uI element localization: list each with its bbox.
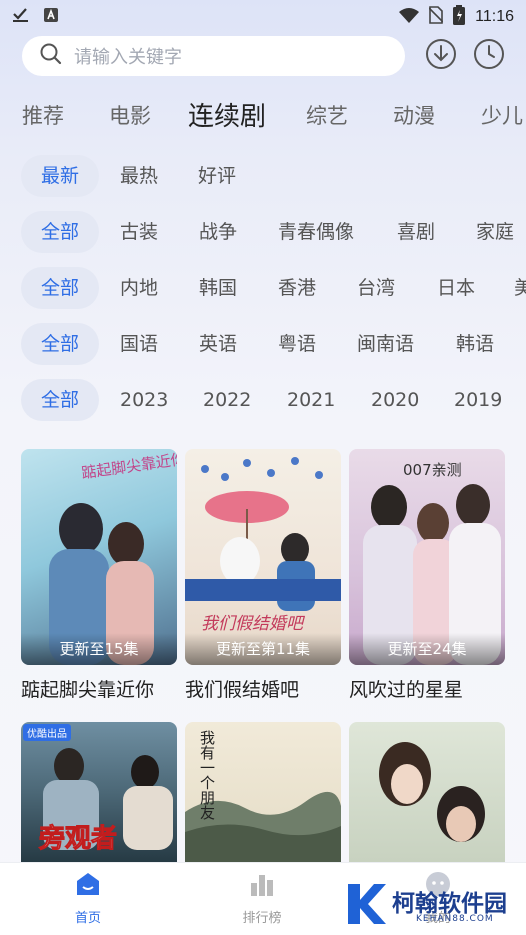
show-poster: 优酷出品 旁观者: [21, 722, 177, 862]
tab-variety[interactable]: 综艺: [306, 100, 348, 130]
show-card[interactable]: 007亲测 更新至24集 风吹过的星星: [349, 449, 505, 702]
filter-chip[interactable]: 美: [514, 267, 526, 309]
show-poster: 我们假结婚吧 更新至第11集: [185, 449, 341, 665]
show-poster: 踮起脚尖靠近你 更新至15集: [21, 449, 177, 665]
show-title: 风吹过的星星: [349, 679, 464, 701]
episode-badge: 更新至第11集: [185, 633, 341, 665]
filter-chip[interactable]: 韩语: [456, 323, 494, 365]
no-sim-icon: [428, 6, 444, 28]
filter-chip[interactable]: 内地: [120, 267, 158, 309]
show-card[interactable]: 优酷出品 旁观者: [21, 722, 177, 862]
filter-chip[interactable]: 2022: [203, 379, 251, 421]
history-button[interactable]: [473, 38, 505, 74]
nav-label: 排行榜: [242, 911, 282, 926]
filter-chip[interactable]: 日本: [437, 267, 475, 309]
nav-ranking[interactable]: 排行榜: [222, 871, 302, 926]
episode-badge: 更新至15集: [21, 633, 177, 665]
show-card[interactable]: [349, 722, 505, 862]
show-poster: 007亲测 更新至24集: [349, 449, 505, 665]
filter-chip[interactable]: 最新: [21, 155, 99, 197]
show-title: 我们假结婚吧: [185, 679, 300, 701]
checkmark-download-icon: [12, 6, 30, 26]
download-button[interactable]: [425, 38, 457, 74]
filter-chip[interactable]: 2023: [120, 379, 168, 421]
filter-chip[interactable]: 台湾: [357, 267, 395, 309]
poster-overlay-text: 007亲测: [403, 461, 462, 479]
search-bar[interactable]: 请输入关键字: [22, 36, 405, 76]
filter-chip[interactable]: 全部: [21, 323, 99, 365]
filter-chip[interactable]: 国语: [120, 323, 158, 365]
nav-home[interactable]: 首页: [48, 871, 128, 926]
show-card[interactable]: 我有一个朋友: [185, 722, 341, 862]
corner-tag: 优酷出品: [23, 724, 71, 741]
filter-row-sort: 最新 最热 好评: [0, 155, 526, 197]
show-card[interactable]: 踮起脚尖靠近你 更新至15集 踮起脚尖靠近你: [21, 449, 177, 702]
filter-chip[interactable]: 2019: [454, 379, 502, 421]
poster-title-art: 旁观者: [38, 824, 118, 855]
filter-chip[interactable]: 2021: [287, 379, 335, 421]
filter-row-year: 全部 2023 2022 2021 2020 2019: [0, 379, 526, 421]
tab-anime[interactable]: 动漫: [393, 100, 435, 130]
filter-chip[interactable]: 古装: [120, 211, 158, 253]
watermark: 柯翰软件园 KEHAN88.COM: [346, 878, 516, 930]
episode-badge: 更新至24集: [349, 633, 505, 665]
filter-chip[interactable]: 全部: [21, 379, 99, 421]
filter-chip[interactable]: 2020: [371, 379, 419, 421]
category-tabs: 推荐 电影 连续剧 综艺 动漫 少儿: [0, 96, 526, 136]
wifi-icon: [399, 7, 420, 27]
watermark-logo-icon: [346, 882, 386, 930]
tab-series[interactable]: 连续剧: [188, 96, 266, 133]
filter-chip[interactable]: 闽南语: [357, 323, 414, 365]
tab-recommend[interactable]: 推荐: [22, 100, 64, 130]
filter-chip[interactable]: 喜剧: [397, 211, 435, 253]
filter-row-language: 全部 国语 英语 粤语 闽南语 韩语: [0, 323, 526, 365]
search-icon: [40, 43, 62, 69]
filter-chip[interactable]: 青春偶像: [278, 211, 354, 253]
status-bar: 11:16: [0, 0, 526, 32]
filter-chip[interactable]: 韩国: [199, 267, 237, 309]
show-poster: [349, 722, 505, 862]
nav-label: 首页: [74, 911, 101, 926]
show-title: 踮起脚尖靠近你: [21, 679, 155, 701]
filter-row-region: 全部 内地 韩国 香港 台湾 日本 美: [0, 267, 526, 309]
poster-title-art: 我有一个朋友: [198, 730, 216, 820]
filter-chip[interactable]: 英语: [199, 323, 237, 365]
filter-chip[interactable]: 全部: [21, 211, 99, 253]
show-card[interactable]: 我们假结婚吧 更新至第11集 我们假结婚吧: [185, 449, 341, 702]
filter-chip[interactable]: 香港: [278, 267, 316, 309]
filter-chip[interactable]: 粤语: [278, 323, 316, 365]
filter-chip[interactable]: 好评: [198, 155, 236, 197]
watermark-name: 柯翰软件园: [392, 891, 507, 917]
show-poster: 我有一个朋友: [185, 722, 341, 862]
filter-chip[interactable]: 战争: [199, 211, 237, 253]
ranking-icon: [248, 875, 276, 901]
tab-movies[interactable]: 电影: [109, 100, 151, 130]
search-placeholder: 请输入关键字: [74, 47, 182, 68]
poster-title-art: 我们假结婚吧: [201, 614, 303, 634]
filter-row-genre: 全部 古装 战争 青春偶像 喜剧 家庭: [0, 211, 526, 253]
app-notification-icon: [44, 7, 58, 26]
battery-icon: [453, 5, 466, 29]
home-icon: [74, 873, 102, 901]
download-icon: [425, 38, 457, 74]
filter-chip[interactable]: 最热: [120, 155, 158, 197]
clock-icon: [473, 38, 505, 74]
watermark-url: KEHAN88.COM: [416, 914, 494, 924]
tab-kids[interactable]: 少儿: [481, 100, 523, 130]
filter-chip[interactable]: 家庭: [476, 211, 514, 253]
status-time: 11:16: [475, 8, 514, 25]
filter-chip[interactable]: 全部: [21, 267, 99, 309]
